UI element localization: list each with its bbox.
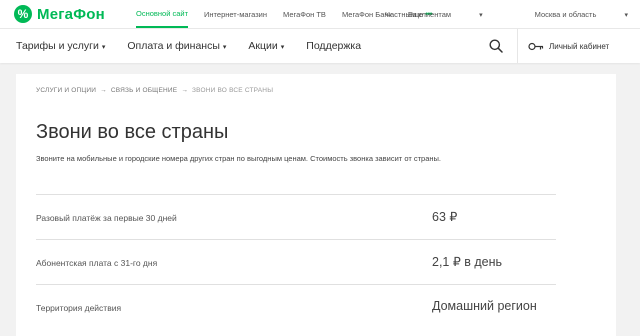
detail-row: Абонентская плата с 31-го дня 2,1 ₽ в де… [36, 239, 556, 284]
breadcrumb-item-communication[interactable]: СВЯЗЬ И ОБЩЕНИЕ [111, 87, 177, 94]
page-description: Звоните на мобильные и городские номера … [36, 154, 441, 163]
logo-text: МегаФон [37, 5, 105, 23]
nav-item-tariffs[interactable]: Тарифы и услуги ▾ [16, 40, 105, 52]
nav-item-payments[interactable]: Оплата и финансы ▾ [127, 40, 226, 52]
megafon-logo-icon: % [14, 5, 32, 23]
personal-account-label: Личный кабинет [549, 41, 610, 51]
clients-selector[interactable]: Частным клиентам ▾ [359, 10, 483, 19]
main-nav: Тарифы и услуги ▾ Оплата и финансы ▾ Акции… [0, 29, 640, 63]
detail-label: Разовый платёж за первые 30 дней [36, 213, 177, 223]
breadcrumb: УСЛУГИ И ОПЦИИ → СВЯЗЬ И ОБЩЕНИЕ → ЗВОНИ ВО … [36, 87, 273, 94]
clients-label: Частным клиентам [384, 9, 452, 19]
nav-item-label: Тарифы и услуги [16, 40, 99, 52]
breadcrumb-separator: → [181, 87, 189, 94]
breadcrumb-separator: → [100, 87, 107, 94]
top-bar: % МегаФон Основной сайт Интернет-магазин… [0, 0, 640, 29]
breadcrumb-item-current: ЗВОНИ ВО ВСЕ СТРАНЫ [192, 87, 274, 94]
chevron-down-icon: ▾ [222, 44, 227, 51]
detail-value: 2,1 ₽ в день [432, 255, 503, 269]
nav-item-label: Оплата и финансы [127, 40, 220, 52]
nav-divider [517, 29, 518, 63]
personal-account-button[interactable]: Личный кабинет [528, 29, 609, 63]
top-link-megafon-tv[interactable]: МегаФон ТВ [283, 10, 326, 19]
top-link-online-shop[interactable]: Интернет-магазин [204, 10, 267, 19]
detail-value: Домашний регион [432, 299, 537, 313]
detail-row: Территория действия Домашний регион [36, 284, 556, 329]
region-label: Москва и область [534, 9, 597, 19]
top-right: Частным клиентам ▾ Москва и область ▾ [333, 0, 628, 28]
nav-item-promotions[interactable]: Акции ▾ [248, 40, 284, 52]
nav-item-label: Акции [248, 40, 278, 52]
megafon-logo[interactable]: % МегаФон [14, 4, 105, 24]
detail-label: Абонентская плата с 31-го дня [36, 258, 158, 268]
search-icon[interactable] [489, 39, 503, 53]
page-title: Звони во все страны [36, 121, 229, 143]
content-card: УСЛУГИ И ОПЦИИ → СВЯЗЬ И ОБЩЕНИЕ → ЗВОНИ ВО … [16, 74, 616, 336]
nav-item-label: Поддержка [306, 40, 362, 52]
main-nav-items: Тарифы и услуги ▾ Оплата и финансы ▾ Акции… [16, 29, 383, 63]
chevron-down-icon: ▾ [479, 11, 483, 19]
chevron-down-icon: ▾ [624, 11, 628, 19]
key-icon [528, 42, 544, 50]
breadcrumb-item-services[interactable]: УСЛУГИ И ОПЦИИ [36, 87, 96, 94]
detail-row: Разовый платёж за первые 30 дней 63 ₽ [36, 194, 556, 239]
chevron-down-icon: ▾ [101, 44, 106, 51]
detail-value: 63 ₽ [432, 210, 458, 224]
nav-item-support[interactable]: Поддержка [306, 40, 361, 52]
chevron-down-icon: ▾ [280, 44, 285, 51]
top-link-main-site[interactable]: Основной сайт [136, 0, 189, 28]
detail-label: Территория действия [36, 303, 122, 313]
region-selector[interactable]: Москва и область ▾ [509, 10, 628, 19]
